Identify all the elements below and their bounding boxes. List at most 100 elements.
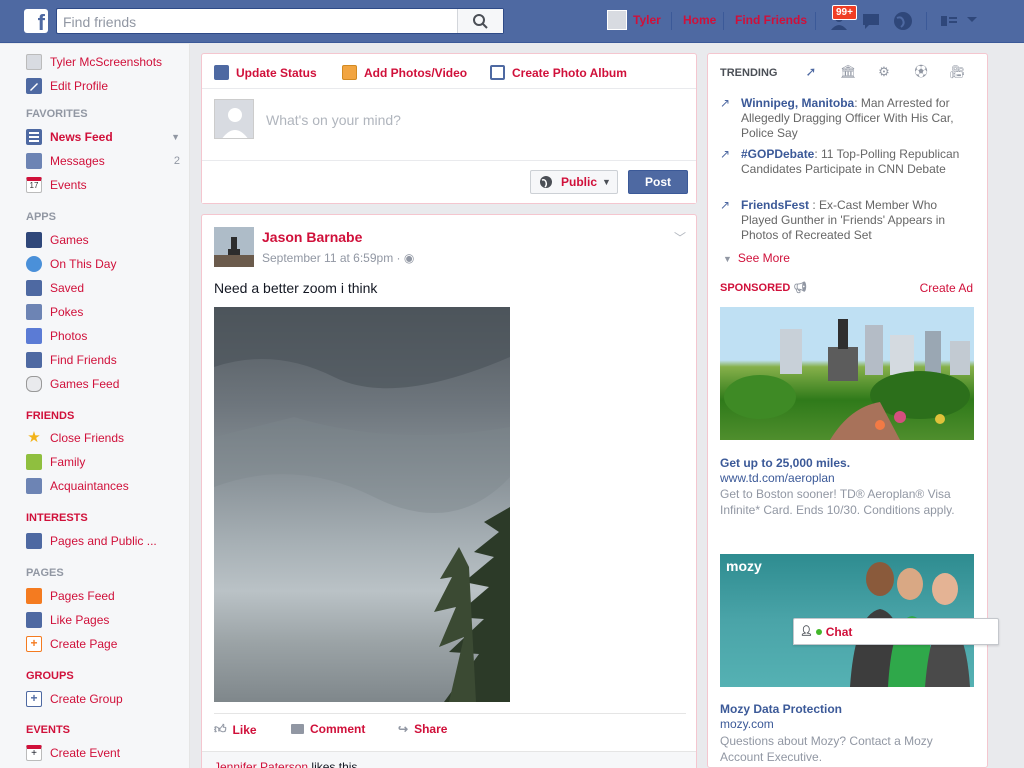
post-button[interactable]: Post — [628, 170, 688, 194]
poke-icon — [26, 304, 42, 320]
clock-icon — [26, 256, 42, 272]
divider — [926, 12, 927, 30]
profile-link[interactable]: Tyler — [633, 13, 661, 27]
find-friends-icon — [26, 352, 42, 368]
sidebar-item-family[interactable]: Family — [26, 452, 186, 472]
tab-add-photos[interactable]: Add Photos/Video — [342, 65, 467, 80]
section-header-groups[interactable]: GROUPS — [26, 670, 74, 682]
ad-description: Questions about Mozy? Contact a Mozy Acc… — [720, 734, 933, 764]
star-icon: ★ — [27, 429, 41, 446]
section-header-interests[interactable]: INTERESTS — [26, 512, 88, 524]
sidebar-item-find-friends[interactable]: Find Friends — [26, 350, 186, 370]
sidebar-item-label: Create Group — [50, 692, 123, 706]
gamepad-icon — [26, 376, 42, 392]
sidebar-item-like-pages[interactable]: Like Pages — [26, 610, 186, 630]
top-bar: f Tyler Home Find Friends 99+ — [0, 0, 1024, 43]
share-icon: ↪ — [398, 722, 409, 736]
sidebar-item-create-group[interactable]: + Create Group — [26, 689, 186, 709]
liker-link[interactable]: Jennifer Paterson — [214, 760, 308, 768]
sidebar-item-pokes[interactable]: Pokes — [26, 302, 186, 322]
comment-button[interactable]: Comment — [291, 722, 365, 736]
sidebar-item-events[interactable]: 17 Events — [26, 175, 186, 195]
sidebar-item-edit-profile[interactable]: Edit Profile — [26, 76, 186, 96]
person-icon: 👤︎ — [800, 626, 813, 637]
sidebar-item-label: On This Day — [50, 257, 117, 271]
ad-title[interactable]: Mozy Data Protection — [720, 702, 842, 716]
politics-icon[interactable]: 🏛︎ — [840, 64, 857, 80]
privacy-shortcuts-icon[interactable] — [938, 10, 960, 32]
post-options-chevron-icon[interactable]: ﹀ — [674, 229, 686, 246]
ad-url[interactable]: www.td.com/aeroplan — [720, 471, 835, 485]
tab-create-album[interactable]: Create Photo Album — [490, 65, 627, 80]
trending-item[interactable]: ↗ Winnipeg, Manitoba: Man Arrested for A… — [720, 96, 960, 141]
sidebar-item-label: Messages — [50, 154, 105, 168]
trending-topic: #GOPDebate — [741, 147, 815, 161]
trending-arrow-icon: ↗ — [720, 198, 731, 212]
find-friends-link[interactable]: Find Friends — [735, 13, 807, 27]
author-avatar[interactable] — [214, 227, 254, 267]
account-menu-icon[interactable] — [966, 16, 978, 24]
sidebar-item-games[interactable]: Games — [26, 230, 186, 250]
trending-top-icon[interactable]: ➚ — [803, 64, 819, 80]
ad-title[interactable]: Get up to 25,000 miles. — [720, 456, 850, 470]
sidebar-item-messages[interactable]: Messages 2 — [26, 151, 186, 171]
see-more-link[interactable]: ▼ See More — [723, 251, 790, 265]
acquaintances-icon — [26, 478, 42, 494]
messages-icon[interactable] — [860, 10, 882, 32]
sidebar-item-close-friends[interactable]: ★ Close Friends — [26, 428, 186, 448]
sidebar-item-on-this-day[interactable]: On This Day — [26, 254, 186, 274]
sponsored-label: SPONSORED 📢︎ — [720, 281, 807, 294]
section-header-friends[interactable]: FRIENDS — [26, 410, 74, 422]
divider — [214, 713, 686, 714]
trending-item[interactable]: ↗ FriendsFest : Ex-Cast Member Who Playe… — [720, 198, 960, 243]
pencil-icon — [214, 65, 229, 80]
sidebar-item-label: Saved — [50, 281, 85, 295]
sidebar-item-photos[interactable]: Photos — [26, 326, 186, 346]
search-input[interactable] — [63, 13, 453, 31]
sidebar-item-create-page[interactable]: + Create Page — [26, 634, 186, 654]
sidebar-item-pages-feed[interactable]: Pages Feed — [26, 586, 186, 606]
camera-icon — [342, 65, 357, 80]
dropdown-caret-icon[interactable]: ▼ — [171, 132, 180, 142]
trending-arrow-icon: ↗ — [720, 96, 731, 110]
sidebar-item-acquaintances[interactable]: Acquaintances — [26, 476, 186, 496]
search-button[interactable] — [457, 9, 503, 33]
megaphone-icon: 📢︎ — [793, 282, 808, 294]
privacy-selector[interactable]: Public ▼ — [530, 170, 618, 194]
entertainment-icon[interactable]: 🎥︎ — [949, 64, 966, 80]
chat-tab[interactable]: 👤︎ Chat — [793, 618, 999, 645]
post-author[interactable]: Jason Barnabe — [262, 229, 362, 245]
sidebar-item-create-event[interactable]: + Create Event — [26, 743, 186, 763]
trending-item[interactable]: ↗ #GOPDebate: 11 Top-Polling Republican … — [720, 147, 960, 177]
science-icon[interactable]: ⚙ — [876, 64, 892, 80]
sports-icon[interactable]: ⚽︎ — [913, 64, 929, 80]
sidebar-item-label: Find Friends — [50, 353, 117, 367]
flag-icon — [26, 588, 42, 604]
trending-arrow-icon: ↗ — [720, 147, 731, 161]
ad-image[interactable] — [720, 307, 974, 440]
sidebar-item-saved[interactable]: Saved — [26, 278, 186, 298]
sidebar-item-news-feed[interactable]: News Feed ▼ — [26, 127, 186, 147]
sidebar-item-profile[interactable]: Tyler McScreenshots — [26, 52, 186, 72]
ad-url[interactable]: mozy.com — [720, 717, 774, 731]
home-link[interactable]: Home — [683, 13, 716, 27]
notification-badge: 99+ — [832, 5, 857, 20]
timestamp-text[interactable]: September 11 at 6:59pm · — [262, 251, 404, 265]
status-input[interactable]: What's on your mind? — [266, 112, 401, 128]
news-feed-icon — [26, 129, 42, 145]
post-timestamp: September 11 at 6:59pm · ◉ — [262, 251, 414, 265]
section-header-events[interactable]: EVENTS — [26, 724, 70, 736]
facebook-logo[interactable]: f — [24, 9, 48, 33]
sidebar-item-pages-and-public[interactable]: Pages and Public ... — [26, 531, 186, 551]
tab-update-status[interactable]: Update Status — [214, 65, 317, 80]
composer-footer: Public ▼ Post — [202, 160, 696, 203]
share-button[interactable]: ↪ Share — [398, 722, 447, 736]
like-button[interactable]: 👍︎ Like — [214, 722, 257, 737]
user-avatar[interactable] — [607, 10, 627, 30]
messages-count: 2 — [173, 155, 180, 167]
post-photo[interactable] — [214, 307, 510, 702]
sidebar-item-label: Tyler McScreenshots — [50, 55, 163, 69]
globe-icon[interactable] — [892, 10, 914, 32]
create-ad-link[interactable]: Create Ad — [920, 281, 973, 295]
sidebar-item-games-feed[interactable]: Games Feed — [26, 374, 186, 394]
